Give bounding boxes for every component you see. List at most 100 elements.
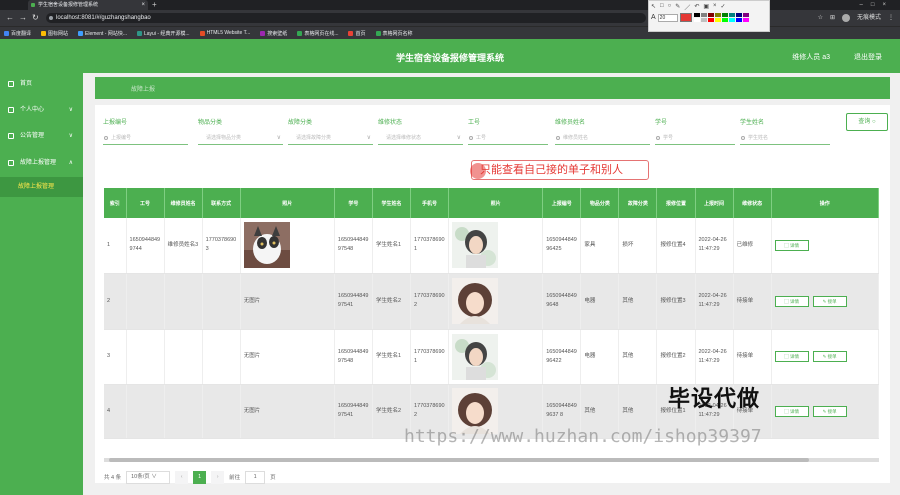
home-icon xyxy=(8,81,14,87)
detail-button[interactable]: ▢ 详情 xyxy=(774,295,809,307)
column-header: 照片 xyxy=(448,188,544,218)
watermark-url: https://www.huzhan.com/ishop39397 xyxy=(404,426,762,447)
column-header: 工号 xyxy=(126,188,165,218)
bookmark-item[interactable]: 表格网页名称 xyxy=(375,30,413,37)
sidebar-item-home[interactable]: 首页 xyxy=(0,73,83,95)
next-page-button[interactable]: › xyxy=(211,470,225,484)
detail-button[interactable]: ▢ 详情 xyxy=(774,351,809,362)
bookmark-item[interactable]: 百度翻译 xyxy=(4,30,31,37)
cat-photo[interactable] xyxy=(243,222,290,269)
star-icon[interactable]: ☆ xyxy=(818,13,823,23)
url-text: localhost:8081/#/guzhangshangbao xyxy=(56,15,151,21)
pen-tool-icon[interactable]: ✎ xyxy=(675,3,680,10)
confirm-icon[interactable]: ✓ xyxy=(721,3,726,10)
logout-link[interactable]: 退出登录 xyxy=(854,52,882,62)
sidebar-item-notices[interactable]: 公告管理 ∨ xyxy=(0,125,83,147)
table-horizontal-scrollbar[interactable] xyxy=(104,458,879,462)
line-tool-icon[interactable]: ／ xyxy=(684,3,690,12)
cell-staff-id xyxy=(126,329,165,385)
cell-item-category: 家具 xyxy=(580,218,620,274)
bookmark-item[interactable]: 图标网站 xyxy=(41,30,68,37)
cell-staff-id: 16509448499744 xyxy=(126,218,165,274)
student-name-input[interactable]: 学生姓名 xyxy=(740,132,830,145)
back-icon[interactable]: ← xyxy=(6,13,14,23)
detail-button[interactable]: ▢ 详情 xyxy=(774,405,809,417)
sidebar-subitem-fault-report[interactable]: 故障上报管理 xyxy=(0,177,83,197)
bookmark-item[interactable]: 首页 xyxy=(348,30,366,37)
font-size-select[interactable]: 20 xyxy=(657,13,678,22)
forward-icon[interactable]: → xyxy=(19,13,27,23)
cell-actions: ▢ 详情 ✎ 接单 xyxy=(771,273,880,330)
student-photo[interactable] xyxy=(452,222,499,269)
edit-icon: ✎ xyxy=(822,408,827,414)
chevron-down-icon: ∨ xyxy=(151,473,157,480)
extension-icon[interactable]: ⊞ xyxy=(830,13,835,23)
search-icon xyxy=(556,136,560,140)
prev-page-button[interactable]: ‹ xyxy=(175,470,189,484)
new-tab-icon[interactable]: + xyxy=(152,0,157,10)
page-size-select[interactable]: 10条/页 ∨ xyxy=(126,470,171,484)
column-header: 维修员姓名 xyxy=(164,188,203,218)
goto-page-input[interactable]: 1 xyxy=(245,470,266,484)
close-icon[interactable]: × xyxy=(713,3,717,10)
cell-student-id: 165094484997541 xyxy=(334,273,373,330)
bookmark-item[interactable]: 搜索壁纸 xyxy=(260,30,287,37)
menu-icon[interactable]: ⋮ xyxy=(888,13,894,23)
student-photo[interactable] xyxy=(452,333,499,380)
user-icon xyxy=(8,107,14,113)
annotation-tools[interactable]: ↖ □ ○ ✎ ／ ↶ ▣ × ✓ xyxy=(651,3,726,12)
student-photo[interactable] xyxy=(452,278,499,324)
detail-button[interactable]: ▢ 详情 xyxy=(774,239,809,251)
sidebar-item-fault-report[interactable]: 故障上报管理 ∧ xyxy=(0,152,83,174)
item-category-select[interactable]: 请选择物品分类 ∨ xyxy=(198,132,283,145)
filter-label: 物品分类 xyxy=(198,120,223,126)
table-row[interactable]: 3 无图片 165094484997548 学生姓名1 17703786901 xyxy=(104,329,880,385)
current-user: 维修人员 a3 xyxy=(792,54,830,61)
bookmark-item[interactable]: HTML5 Website T... xyxy=(199,30,250,36)
accept-order-button[interactable]: ✎ 接单 xyxy=(812,295,847,307)
bookmark-item[interactable]: Layui - 经典开源模... xyxy=(137,30,190,37)
arrow-tool-icon[interactable]: ↖ xyxy=(651,3,656,10)
sidebar-item-profile[interactable]: 个人中心 ∨ xyxy=(0,99,83,121)
undo-icon[interactable]: ↶ xyxy=(694,3,699,10)
accept-order-button[interactable]: ✎ 接单 xyxy=(812,351,847,362)
doc-icon: ▢ xyxy=(784,408,789,414)
staff-id-input[interactable]: 工号 xyxy=(468,132,548,145)
table-row[interactable]: 2 无图片 165094484997541 学生姓名2 17703786902 xyxy=(104,273,880,330)
report-no-input[interactable]: 上报编号 xyxy=(103,132,188,145)
sidebar-item-label: 故障上报管理 xyxy=(20,160,57,166)
accept-order-button[interactable]: ✎ 接单 xyxy=(812,405,847,417)
window-controls[interactable]: –□× xyxy=(860,0,894,10)
sidebar: 首页 个人中心 ∨ 公告管理 ∨ 故障上报管理 ∧ 故障上报管理 xyxy=(0,73,83,495)
cell-report-time: 2022-04-26 11:47:29 xyxy=(695,218,734,274)
browser-tab[interactable]: 学生宿舍设备报修管理系统 × xyxy=(28,0,148,10)
repairer-name-input[interactable]: 维修员姓名 xyxy=(555,132,650,145)
rect-tool-icon[interactable]: □ xyxy=(660,3,664,10)
reload-icon[interactable]: ↻ xyxy=(32,13,39,23)
breadcrumb[interactable]: 故障上报 xyxy=(131,84,155,93)
annotation-toolbar[interactable]: ↖ □ ○ ✎ ／ ↶ ▣ × ✓ A 20 xyxy=(648,0,770,32)
cell-photo: 无图片 xyxy=(240,384,335,439)
bookmark-item[interactable]: 表格网页在线... xyxy=(297,30,338,37)
current-color-swatch[interactable] xyxy=(679,13,692,22)
profile-avatar[interactable] xyxy=(841,14,850,22)
cell-actions: ▢ 详情 ✎ 接单 xyxy=(771,384,880,439)
ellipse-tool-icon[interactable]: ○ xyxy=(668,3,672,10)
cell-photo xyxy=(448,329,544,385)
color-palette[interactable] xyxy=(693,13,749,22)
student-id-input[interactable]: 学号 xyxy=(655,132,735,145)
query-button[interactable]: 查询 ○ xyxy=(846,113,888,131)
info-icon[interactable] xyxy=(49,16,53,20)
search-icon xyxy=(104,136,108,140)
scrollbar-thumb[interactable] xyxy=(109,458,809,462)
save-icon[interactable]: ▣ xyxy=(703,3,709,10)
text-tool-icon[interactable]: A xyxy=(651,14,656,21)
doc-icon: ▢ xyxy=(784,298,789,304)
bookmark-item[interactable]: Element - 网站快... xyxy=(78,30,127,37)
tab-close-icon[interactable]: × xyxy=(141,0,145,10)
url-field[interactable]: localhost:8081/#/guzhangshangbao xyxy=(46,13,646,23)
table-row[interactable]: 1 16509448499744 维修员姓名3 17703786903 1650… xyxy=(104,218,880,274)
fault-category-select[interactable]: 请选择故障分类 ∨ xyxy=(288,132,373,145)
page-number-current[interactable]: 1 xyxy=(193,470,207,484)
repair-status-select[interactable]: 请选择维修状态 ∨ xyxy=(378,132,463,145)
